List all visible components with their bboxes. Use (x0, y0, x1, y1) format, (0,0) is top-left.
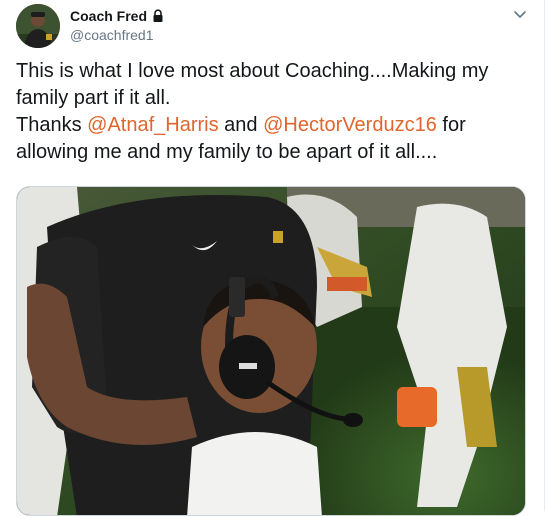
tweet-line-4: allowing me and my family to be apart of… (16, 141, 438, 163)
user-handle[interactable]: @coachfred1 (70, 27, 153, 43)
photo-image (17, 187, 525, 515)
chevron-down-icon[interactable] (512, 6, 528, 22)
tweet-text-segment: for (436, 114, 466, 136)
tweet-photo[interactable] (16, 186, 526, 516)
avatar[interactable] (16, 4, 60, 48)
avatar-photo (16, 4, 60, 48)
tweet-line-3: Thanks @Atnaf_Harris and @HectorVerduzc1… (16, 112, 526, 139)
mention-link-hector-verduzc16[interactable]: @HectorVerduzc16 (263, 114, 437, 136)
tweet-line-1: This is what I love most about Coaching.… (16, 60, 489, 82)
tweet-line-2: family part if it all. (16, 87, 171, 109)
display-name[interactable]: Coach Fred (70, 8, 147, 24)
user-name-row: Coach Fred (70, 8, 165, 24)
lock-icon (151, 9, 165, 23)
mention-link-atnaf-harris[interactable]: @Atnaf_Harris (87, 114, 218, 136)
tweet-text: This is what I love most about Coaching.… (16, 58, 526, 166)
tweet-text-segment: and (218, 114, 264, 136)
tweet-text-segment: Thanks (16, 114, 88, 136)
tweet-card[interactable]: Coach Fred @coachfred1 This is what I lo… (0, 0, 545, 516)
